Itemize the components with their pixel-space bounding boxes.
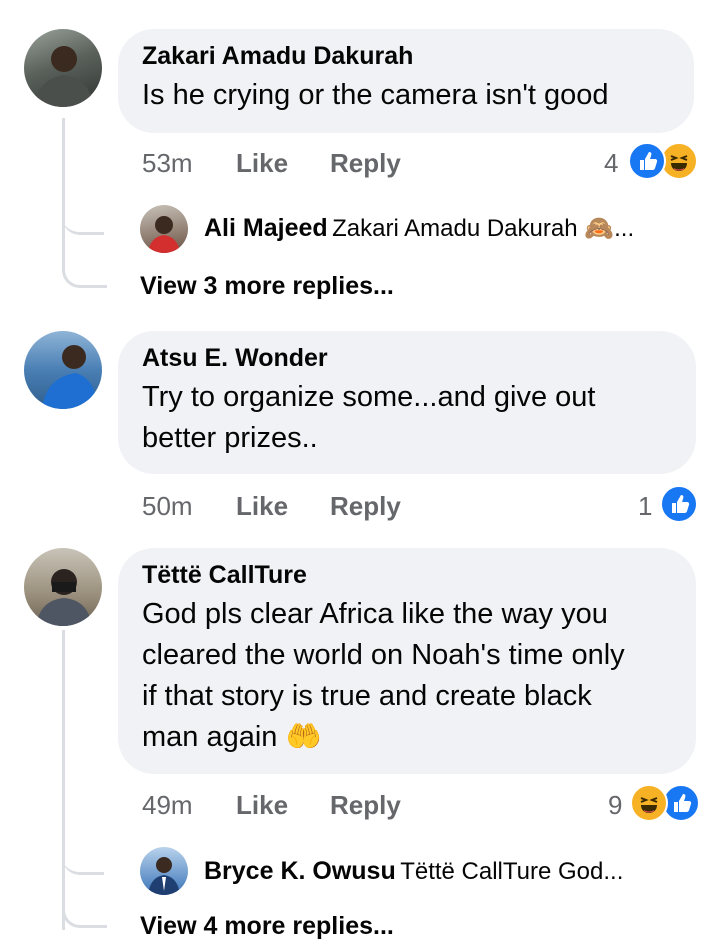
haha-icon[interactable] [630,784,668,822]
comment-bubble: Zakari Amadu Dakurah Is he crying or the… [118,29,694,133]
avatar[interactable] [140,205,188,253]
reply-snippet: Tëttë CallTure God... [400,858,624,885]
reply-preview[interactable]: Ali Majeed Zakari Amadu Dakurah 🙈... [204,214,634,243]
commenter-name[interactable]: Atsu E. Wonder [142,343,328,373]
reply-preview[interactable]: Bryce K. Owusu Tëttë CallTure God... [204,857,623,886]
comment-time[interactable]: 49m [142,790,193,821]
thread-connector [62,850,104,875]
reply-button[interactable]: Reply [330,790,401,821]
comment-bubble: Tëttë CallTure God pls clear Africa like… [118,548,696,774]
reply-author[interactable]: Ali Majeed [204,214,328,242]
like-button[interactable]: Like [236,491,288,522]
comment-bubble: Atsu E. Wonder Try to organize some...an… [118,331,696,474]
like-icon[interactable] [628,142,666,180]
reply-button[interactable]: Reply [330,491,401,522]
reaction-count[interactable]: 4 [604,148,618,179]
comment-text: Try to organize some...and give out bett… [142,381,596,454]
person-silhouette-icon [34,46,94,107]
thread-connector [62,210,104,235]
reaction-count[interactable]: 9 [608,790,622,821]
person-silhouette-icon [42,345,98,409]
avatar[interactable] [140,847,188,895]
reaction-count[interactable]: 1 [638,491,652,522]
like-icon[interactable] [660,485,698,523]
commenter-name[interactable]: Zakari Amadu Dakurah [142,41,413,71]
reply-snippet: Zakari Amadu Dakurah 🙈... [332,215,635,242]
reply-author[interactable]: Bryce K. Owusu [204,857,396,885]
avatar[interactable] [24,331,102,409]
avatar[interactable] [24,548,102,626]
like-button[interactable]: Like [236,148,288,179]
commenter-name[interactable]: Tëttë CallTure [142,560,307,590]
comment-text: Is he crying or the camera isn't good [142,79,609,111]
comment-text: God pls clear Africa like the way you cl… [142,598,625,753]
view-more-replies[interactable]: View 3 more replies... [140,272,394,301]
comment-time[interactable]: 50m [142,491,193,522]
thread-connector [62,240,107,288]
comment-time[interactable]: 53m [142,148,193,179]
thread-connector [62,880,107,928]
view-more-replies[interactable]: View 4 more replies... [140,912,394,941]
like-button[interactable]: Like [236,790,288,821]
avatar[interactable] [24,29,102,107]
reply-button[interactable]: Reply [330,148,401,179]
person-silhouette-icon [36,569,92,626]
